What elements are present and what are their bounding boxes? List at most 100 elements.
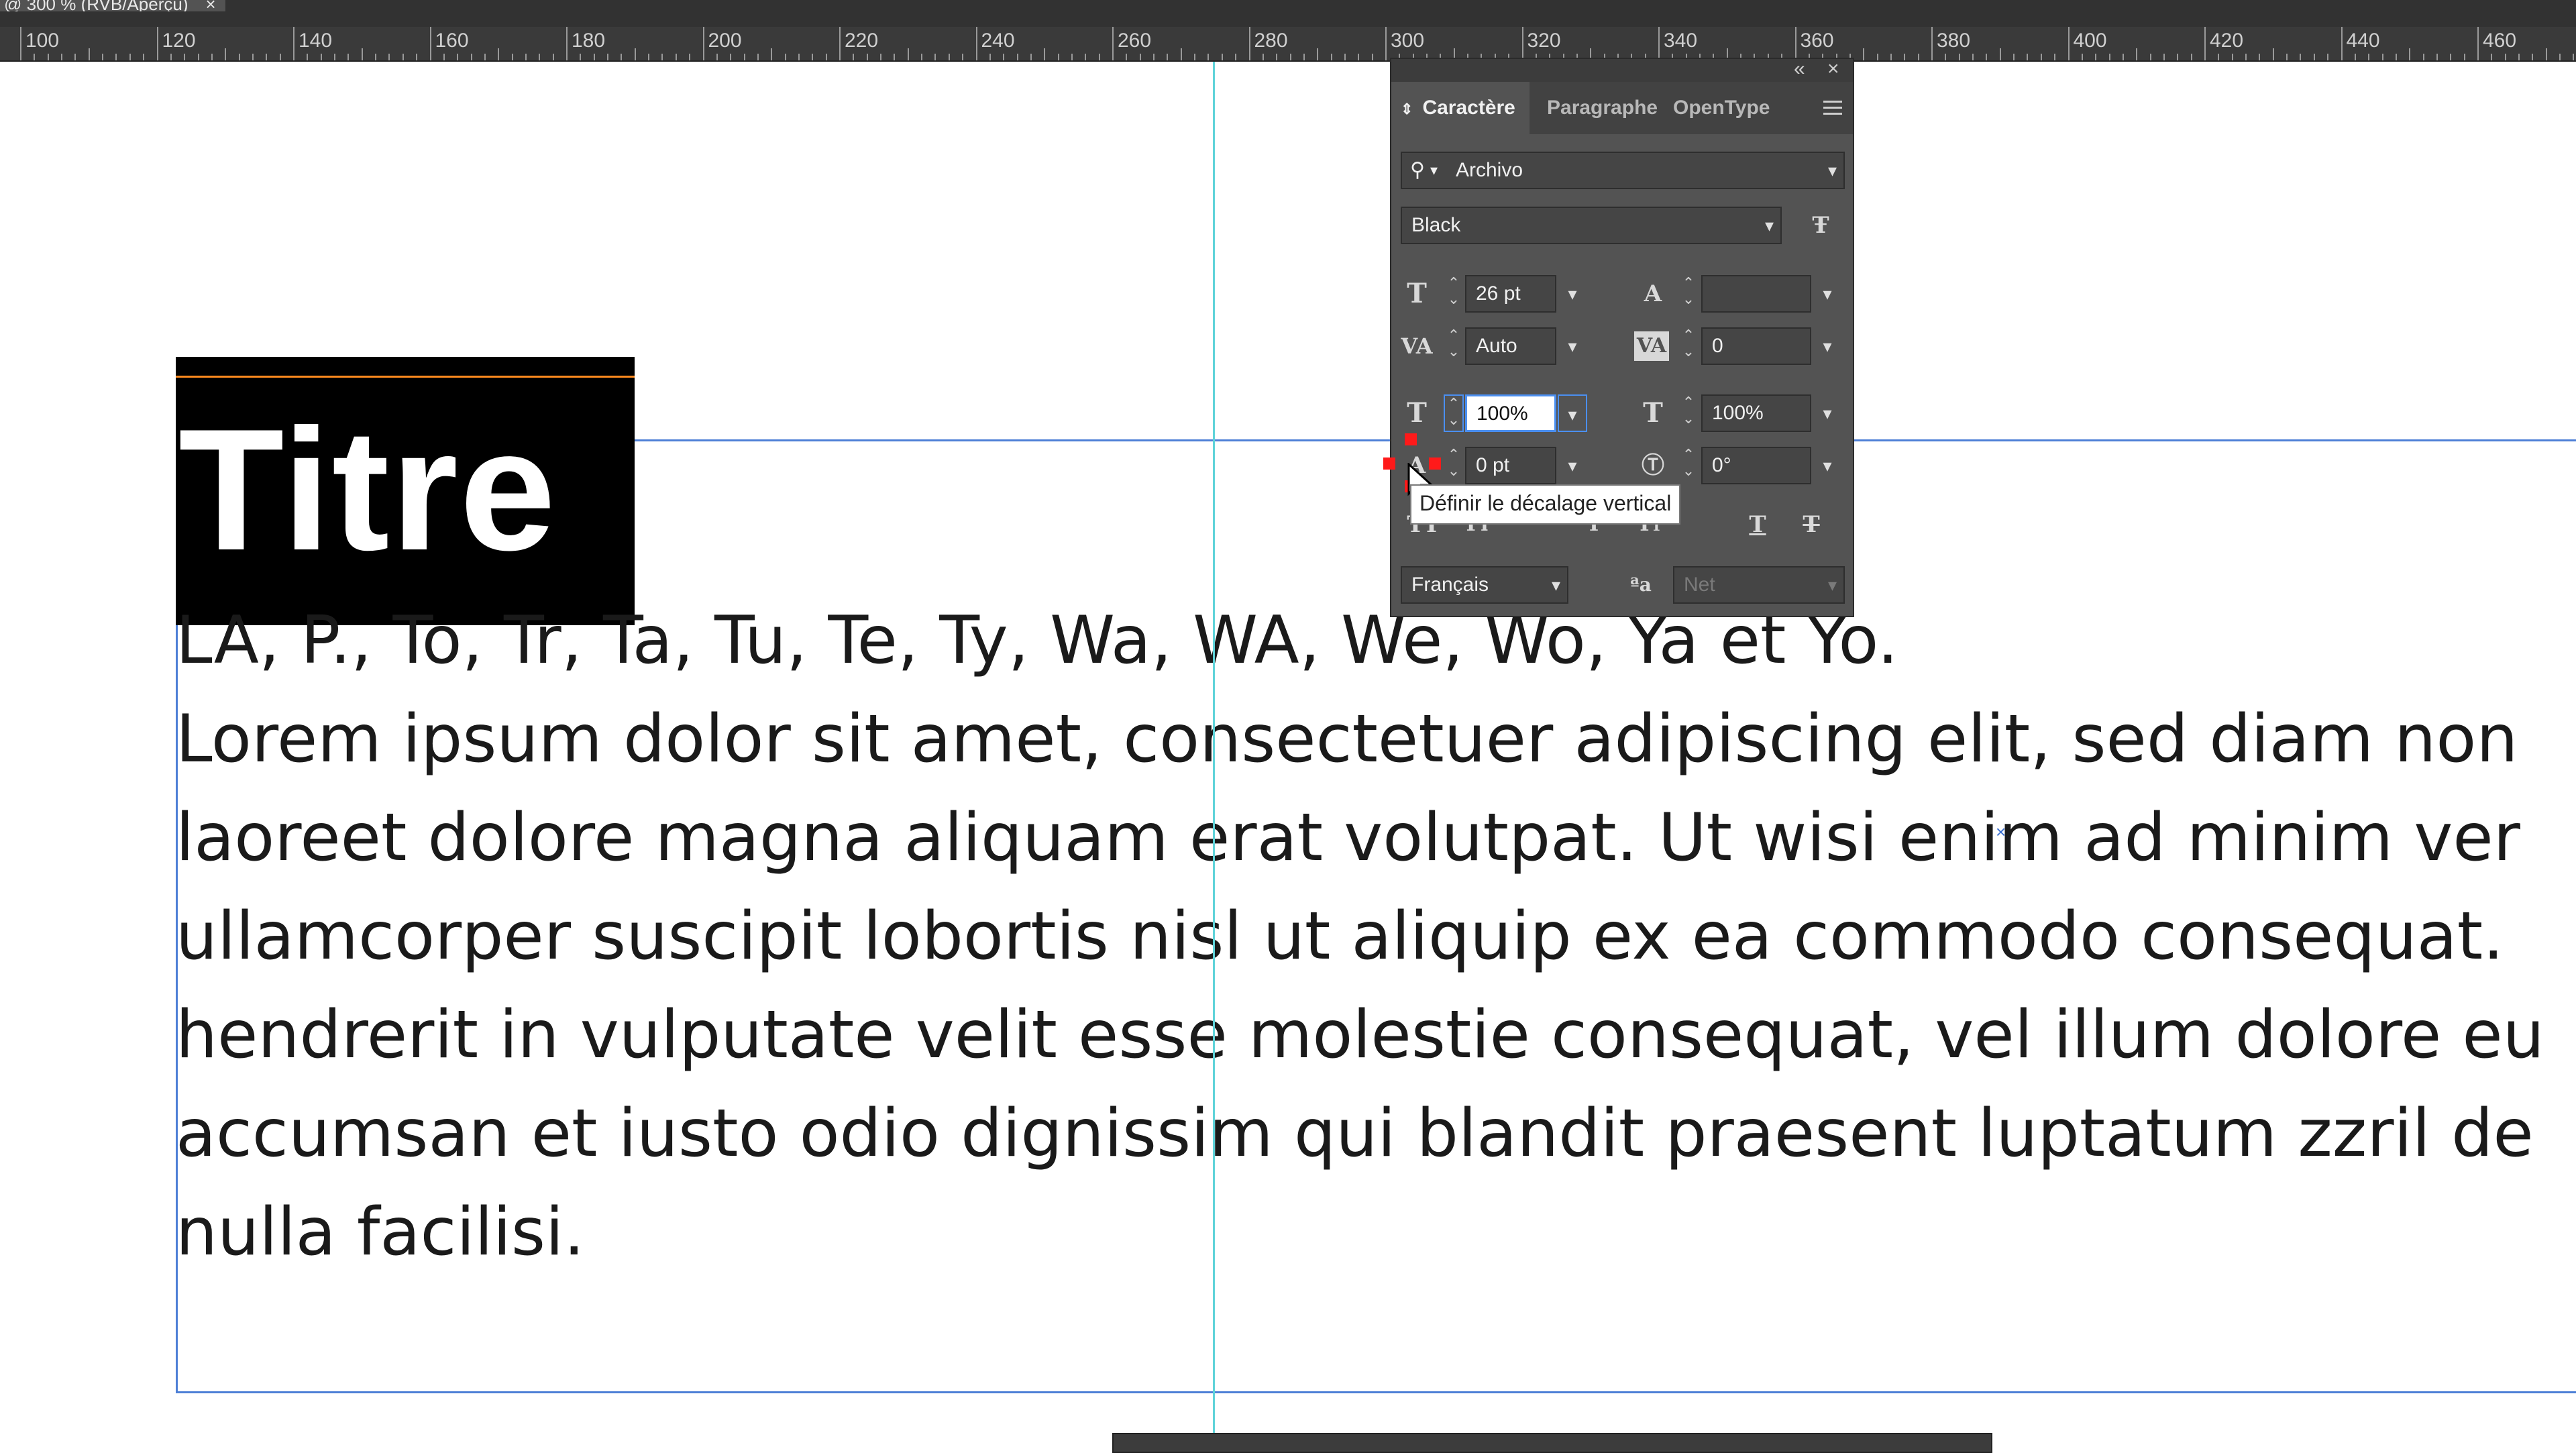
ruler-minor-tick — [2313, 54, 2315, 60]
close-icon[interactable]: × — [1827, 58, 1839, 80]
control-panel-edge — [1112, 1433, 1992, 1453]
ruler-minor-tick — [184, 54, 186, 60]
chevron-down-icon[interactable]: ▾ — [1552, 568, 1560, 602]
ruler-minor-tick — [2491, 54, 2493, 60]
body-line-3[interactable]: laoreet dolore magna aliquam erat volutp… — [176, 801, 2520, 875]
body-line-4[interactable]: ullamcorper suscipit lobortis nisl ut al… — [176, 900, 2504, 973]
underline-icon[interactable]: T — [1739, 506, 1776, 543]
leading-field[interactable] — [1701, 275, 1811, 313]
ruler-minor-tick — [525, 54, 527, 60]
chevron-down-icon[interactable]: ▾ — [1558, 275, 1587, 313]
ruler-minor-tick — [661, 54, 663, 60]
language-select[interactable]: Français ▾ — [1401, 566, 1568, 604]
ruler-label: 420 — [2210, 30, 2244, 52]
ruler-minor-tick — [1085, 54, 1087, 60]
ruler-minor-tick — [689, 54, 691, 60]
ruler-minor-tick — [921, 54, 923, 60]
ruler-major-tick — [566, 27, 568, 60]
ruler-label: 340 — [1664, 30, 1698, 52]
ruler-minor-tick — [320, 54, 322, 60]
font-size-field[interactable]: 26 pt — [1465, 275, 1556, 313]
body-line-7[interactable]: nulla facilisi. — [176, 1195, 584, 1269]
font-size-stepper[interactable]: ⌃ ⌄ — [1444, 275, 1464, 313]
ruler-label: 220 — [845, 30, 879, 52]
ruler-minor-tick — [2027, 54, 2029, 60]
ruler-minor-tick — [798, 54, 800, 60]
ruler-minor-tick — [1262, 54, 1264, 60]
ruler-minor-tick — [1030, 54, 1032, 60]
tab-caractere[interactable]: ⇕ Caractère — [1391, 82, 1529, 134]
title-text[interactable]: Titre — [178, 402, 557, 577]
chevron-down-icon[interactable]: ▾ — [1558, 394, 1587, 432]
ruler-minor-tick — [2532, 54, 2534, 60]
selection-handle[interactable] — [1383, 458, 1395, 470]
tracking-stepper[interactable]: ⌃ ⌄ — [1678, 327, 1699, 365]
ruler-minor-tick — [1153, 54, 1155, 60]
ruler-major-tick — [1248, 27, 1250, 60]
ruler-minor-tick — [2368, 54, 2370, 60]
ruler-minor-tick — [1167, 54, 1169, 60]
ruler-label: 280 — [1254, 30, 1288, 52]
ruler-minor-tick — [2300, 54, 2302, 60]
document-tab[interactable]: @ 300 % (RVB/Aperçu) × — [0, 0, 225, 11]
horizontal-scale-icon: T — [1643, 397, 1663, 429]
ruler-minor-tick — [1098, 54, 1100, 60]
vertical-scale-input[interactable]: 100% — [1465, 394, 1556, 432]
ruler-minor-tick — [1221, 54, 1223, 60]
ruler-minor-tick — [552, 54, 554, 60]
close-icon[interactable]: × — [205, 0, 215, 11]
vertical-scale-stepper[interactable]: ⌃ ⌄ — [1444, 394, 1464, 432]
ruler-minor-tick — [1208, 54, 1210, 60]
chevron-down-icon: ▾ — [1827, 575, 1837, 595]
ruler-major-tick — [2477, 27, 2479, 60]
horizontal-ruler[interactable]: 100 120 140 160 180 200 220 240 260 280 300 320 340 3… — [0, 27, 2576, 62]
ruler-minor-tick — [2177, 54, 2179, 60]
chevron-down-icon: ▾ — [1430, 162, 1438, 178]
panel-titlebar[interactable]: « × — [1391, 58, 1853, 82]
kerning-stepper[interactable]: ⌃ ⌄ — [1444, 327, 1464, 365]
panel-tabs: ⇕ Caractère Paragraphe OpenType — [1391, 82, 1853, 134]
ruler-minor-tick — [948, 54, 950, 60]
baseline-shift-stepper[interactable]: ⌃ ⌄ — [1444, 447, 1464, 484]
vertical-guide[interactable] — [1213, 62, 1215, 1449]
leading-stepper[interactable]: ⌃ ⌄ — [1678, 275, 1699, 313]
chevron-down-icon[interactable]: ▾ — [1813, 394, 1842, 432]
selection-handle[interactable] — [1405, 433, 1417, 445]
ruler-label: 440 — [2346, 30, 2380, 52]
horizontal-scale-stepper[interactable]: ⌃ ⌄ — [1678, 394, 1699, 432]
chevron-down-icon[interactable]: ▾ — [1813, 275, 1842, 313]
horizontal-scale-field[interactable]: 100% — [1701, 394, 1811, 432]
ruler-minor-tick — [511, 54, 513, 60]
chevron-down-icon[interactable]: ▾ — [1828, 153, 1837, 188]
chevron-down-icon[interactable]: ▾ — [1558, 327, 1587, 365]
ruler-minor-tick — [1276, 54, 1278, 60]
font-style-field[interactable]: Black ▾ — [1401, 207, 1782, 244]
font-style-options-icon[interactable]: Ŧ — [1802, 207, 1839, 244]
strikethrough-icon[interactable]: T — [1792, 506, 1830, 543]
rotation-stepper[interactable]: ⌃ ⌄ — [1678, 447, 1699, 484]
baseline-shift-field[interactable]: 0 pt — [1465, 447, 1556, 484]
body-line-2[interactable]: Lorem ipsum dolor sit amet, consectetuer… — [176, 702, 2518, 776]
ruler-minor-tick — [2190, 54, 2192, 60]
chevron-down-icon[interactable]: ▾ — [1558, 447, 1587, 484]
chevron-down-icon[interactable]: ▾ — [1813, 327, 1842, 365]
tab-paragraphe[interactable]: Paragraphe — [1547, 82, 1658, 134]
chevron-down-icon[interactable]: ▾ — [1765, 208, 1774, 243]
collapse-icon[interactable]: « — [1794, 58, 1805, 80]
font-family-field[interactable]: ⚲ ▾ Archivo ▾ — [1401, 152, 1845, 189]
ruler-minor-tick — [34, 54, 36, 60]
body-line-5[interactable]: hendrerit in vulputate velit esse molest… — [176, 998, 2544, 1072]
ruler-minor-tick — [716, 54, 718, 60]
tab-opentype[interactable]: OpenType — [1673, 82, 1770, 134]
rotation-field[interactable]: 0° — [1701, 447, 1811, 484]
chevron-down-icon[interactable]: ▾ — [1813, 447, 1842, 484]
tracking-field[interactable]: 0 — [1701, 327, 1811, 365]
kerning-field[interactable]: Auto — [1465, 327, 1556, 365]
body-line-6[interactable]: accumsan et iusto odio dignissim qui bla… — [176, 1097, 2534, 1171]
ruler-label: 100 — [25, 30, 60, 52]
ruler-minor-tick — [334, 54, 336, 60]
ruler-minor-tick — [102, 54, 104, 60]
panel-menu-icon[interactable] — [1823, 97, 1842, 119]
ruler-minor-tick — [1044, 48, 1046, 60]
ruler-minor-tick — [962, 54, 964, 60]
